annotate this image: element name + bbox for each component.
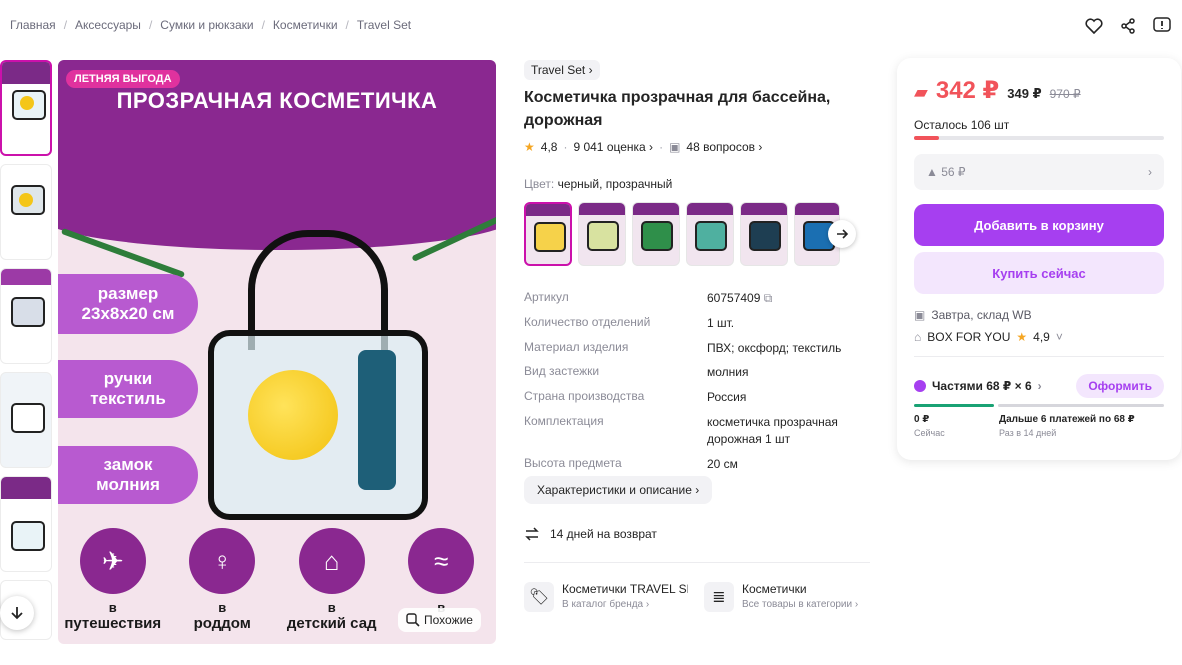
- spec-row: Вид застежки молния: [524, 364, 749, 380]
- purchase-card: ▰ 342 ₽ 349 ₽ 970 ₽ Осталось 106 шт ▲ 56…: [897, 58, 1181, 460]
- questions-link[interactable]: 48 вопросов ›: [686, 140, 762, 154]
- similar-button[interactable]: Похожие: [398, 608, 481, 632]
- breadcrumb-accessories[interactable]: Аксессуары: [75, 18, 141, 32]
- breadcrumb-cosmetic-bags[interactable]: Косметички: [273, 18, 338, 32]
- feature-pill-zipper: замок молния: [58, 446, 198, 504]
- star-icon: ★: [1016, 330, 1028, 344]
- brand-chip[interactable]: Travel Set ›: [524, 60, 600, 80]
- spec-row: Количество отделений 1 шт.: [524, 314, 735, 330]
- installments-progress: [914, 404, 1164, 407]
- product-title: Косметичка прозрачная для бассейна, доро…: [524, 89, 831, 130]
- discount-row[interactable]: ▲ 56 ₽ ›: [914, 154, 1164, 190]
- layers-icon: ≣: [704, 582, 734, 612]
- thumbnail[interactable]: [0, 164, 52, 260]
- stock-bar-fill: [914, 136, 939, 140]
- top-actions: [1084, 16, 1172, 36]
- brand-catalog-link[interactable]: 🏷 Косметички TRAVEL SET В каталог бренда …: [524, 582, 692, 612]
- installments-row: Частями 68 ₽ × 6 › Оформить: [914, 374, 1164, 398]
- price-row: ▰ 342 ₽ 349 ₽ 970 ₽: [914, 76, 1081, 105]
- tag-icon: 🏷: [524, 582, 554, 612]
- color-swatch[interactable]: [740, 202, 788, 266]
- chevron-right-icon: ›: [1148, 165, 1152, 179]
- usage-travel: ✈ в путешествия: [63, 528, 163, 632]
- spec-row: Высота предмета 20 см: [524, 455, 738, 471]
- stock-text: Осталось 106 шт: [914, 118, 1010, 132]
- specs-table: Артикул 60757409 ⧉ Количество отделений 1 …: [524, 290, 874, 480]
- arrow-right-icon: [837, 229, 849, 239]
- return-info: 14 дней на возврат: [524, 526, 657, 542]
- copy-icon[interactable]: ⧉: [764, 291, 773, 305]
- return-arrows-icon: [525, 527, 539, 541]
- usage-maternity: ♀ в роддом: [172, 528, 272, 632]
- swimmer-icon: ≈: [408, 528, 475, 594]
- spec-row: Страна производства Россия: [524, 389, 747, 405]
- arrow-down-icon: [11, 607, 23, 620]
- thumbnail-strip: [0, 60, 52, 648]
- thumbnail[interactable]: [0, 372, 52, 468]
- spec-row: Комплектация косметичка прозрачная дорожн…: [524, 413, 838, 446]
- image-title: ПРОЗРАЧНАЯ КОСМЕТИЧКА: [116, 88, 438, 113]
- main-product-image[interactable]: ЛЕТНЯЯ ВЫГОДА ПРОЗРАЧНАЯ КОСМЕТИЧКА разм…: [58, 60, 496, 644]
- price-old: 970 ₽: [1049, 87, 1081, 101]
- box-icon: ▣: [914, 308, 926, 322]
- color-swatch[interactable]: [524, 202, 572, 266]
- bag-illustration: [208, 230, 428, 520]
- catalog-links: 🏷 Косметички TRAVEL SET В каталог бренда …: [524, 582, 872, 612]
- wallet-icon: ▰: [914, 82, 928, 102]
- reviews-link[interactable]: 9 041 оценка ›: [573, 140, 653, 154]
- add-to-cart-button[interactable]: Добавить в корзину: [914, 204, 1164, 246]
- color-swatch[interactable]: [632, 202, 680, 266]
- installments-labels: 0 ₽ Сейчас Дальше 6 платежей по 68 ₽ Раз в…: [914, 414, 1135, 438]
- thumbnail[interactable]: [0, 60, 52, 156]
- promo-badge: ЛЕТНЯЯ ВЫГОДА: [66, 70, 180, 88]
- store-icon: ⌂: [914, 330, 922, 344]
- color-swatch[interactable]: [578, 202, 626, 266]
- breadcrumb-bags[interactable]: Сумки и рюкзаки: [160, 18, 253, 32]
- buy-now-button[interactable]: Купить сейчас: [914, 252, 1164, 294]
- thumbnails-scroll-down-button[interactable]: [0, 596, 34, 630]
- share-icon[interactable]: [1118, 16, 1138, 36]
- seller-link[interactable]: ⌂ BOX FOR YOU ★ 4,9 ˅: [914, 330, 1063, 344]
- feature-pill-size: размер 23х8х20 см: [58, 274, 198, 334]
- color-swatches: [524, 202, 840, 266]
- rating-value: 4,8: [540, 140, 558, 154]
- installments-icon: [914, 380, 926, 392]
- feature-pill-handles: ручки текстиль: [58, 360, 198, 418]
- thumbnail[interactable]: [0, 268, 52, 364]
- color-label: Цвет: черный, прозрачный: [524, 177, 673, 191]
- characteristics-button[interactable]: Характеристики и описание ›: [524, 476, 713, 504]
- rating-row: ★ 4,8 · 9 041 оценка › · ▣ 48 вопросов ›: [524, 140, 763, 154]
- pregnant-icon: ♀: [189, 528, 256, 594]
- installments-button[interactable]: Оформить: [1076, 374, 1164, 398]
- airplane-icon: ✈: [79, 528, 146, 594]
- price-with-wallet: 342 ₽: [935, 77, 1000, 104]
- delivery-info: ▣ Завтра, склад WB ⌂ BOX FOR YOU ★ 4,9 ˅: [914, 308, 1063, 344]
- breadcrumb-brand[interactable]: Travel Set: [357, 18, 411, 32]
- price-regular: 349 ₽: [1007, 86, 1042, 101]
- stock-bar: [914, 136, 1164, 140]
- spec-row: Артикул 60757409 ⧉: [524, 290, 773, 305]
- star-icon: ★: [524, 140, 535, 154]
- swatches-next-button[interactable]: [828, 220, 856, 248]
- house-heart-icon: ⌂: [298, 528, 365, 594]
- spec-row: Материал изделия ПВХ; оксфорд; текстиль: [524, 339, 842, 355]
- category-link[interactable]: ≣ Косметички Все товары в категории ›: [704, 582, 872, 612]
- usage-kindergarten: ⌂ в детский сад: [282, 528, 382, 632]
- thumbnail[interactable]: [0, 476, 52, 572]
- breadcrumb: Главная / Аксессуары / Сумки и рюкзаки / Ко…: [10, 18, 412, 32]
- color-swatch[interactable]: [686, 202, 734, 266]
- breadcrumb-home[interactable]: Главная: [10, 18, 56, 32]
- search-image-icon: [406, 613, 420, 627]
- question-icon: ▣: [669, 140, 681, 154]
- heart-icon[interactable]: [1084, 16, 1104, 36]
- report-icon[interactable]: [1152, 16, 1172, 36]
